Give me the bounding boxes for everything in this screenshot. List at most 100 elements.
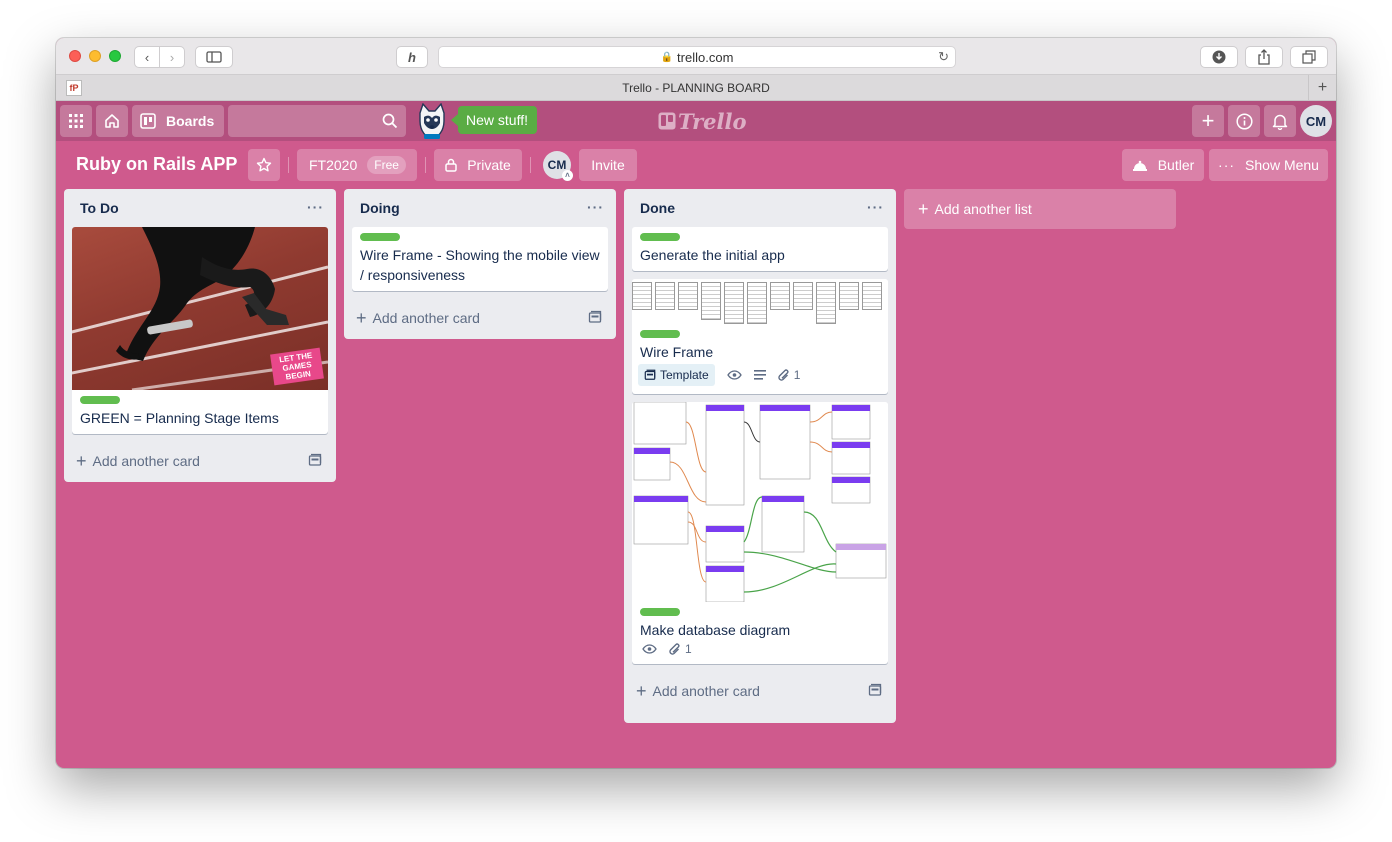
card-badges: Template 1 [632,364,888,394]
database-diagram-cover [632,402,888,602]
green-label[interactable] [80,396,120,404]
more-icon: ··· [1218,157,1236,173]
visibility-label: Private [467,157,511,173]
green-label[interactable] [640,233,680,241]
avatar[interactable]: CM [1300,105,1332,137]
search-icon [382,113,398,129]
paperclip-icon [778,368,789,381]
create-button[interactable]: + [1192,105,1224,137]
extension-button[interactable]: h [396,46,428,68]
browser-window: ‹ › h 🔒 trello.com ↻ fP Trello - PLANNIN… [56,38,1336,768]
wireframe-thumb [862,282,882,310]
list-title[interactable]: To Do [80,200,119,216]
new-tab-button[interactable]: + [1308,75,1336,100]
list-header[interactable]: Doing ··· [344,189,616,227]
bell-icon [1272,114,1288,130]
forward-button[interactable]: › [159,46,185,68]
description-icon [753,370,766,380]
star-button[interactable] [248,149,280,181]
new-stuff-button[interactable]: New stuff! [451,106,537,134]
board-title[interactable]: Ruby on Rails APP [76,154,237,175]
green-label[interactable] [640,608,680,616]
attachments-count: 1 [685,642,692,656]
wireframe-thumb [747,282,767,324]
plus-icon: + [636,680,647,701]
card[interactable]: Generate the initial app [632,227,888,271]
downloads-button[interactable] [1200,46,1238,68]
minimize-window-button[interactable] [89,50,101,62]
tab-title[interactable]: Trello - PLANNING BOARD [56,81,1336,95]
info-button[interactable] [1228,105,1260,137]
tabs-overview-button[interactable] [1290,46,1328,68]
list-title[interactable]: Doing [360,200,400,216]
address-bar[interactable]: 🔒 trello.com ↻ [438,46,956,68]
trello-logo-text: Trello [678,108,747,134]
tabs-icon [1302,50,1316,64]
team-button[interactable]: FT2020 Free [297,149,417,181]
add-card-button[interactable]: + Add another card [64,442,336,480]
green-label[interactable] [640,330,680,338]
card-template-icon[interactable] [308,453,322,467]
new-stuff-label: New stuff! [466,112,528,128]
list-header[interactable]: Done ··· [624,189,896,227]
wireframe-thumb [724,282,744,324]
trello-logo-icon [658,112,676,130]
reload-icon[interactable]: ↻ [938,49,949,65]
browser-toolbar: ‹ › h 🔒 trello.com ↻ [56,38,1336,75]
home-button[interactable] [96,105,128,137]
invite-button[interactable]: Invite [579,149,637,181]
butler-button[interactable]: Butler [1122,149,1204,181]
card-template-icon[interactable] [588,310,602,324]
add-list-button[interactable]: + Add another list [904,189,1176,229]
notifications-button[interactable] [1264,105,1296,137]
list-menu-icon[interactable]: ··· [867,199,884,215]
card-template-icon [644,369,656,380]
home-icon [105,114,119,128]
add-card-button[interactable]: + Add another card [624,672,896,710]
share-button[interactable] [1245,46,1283,68]
plus-icon: + [918,198,929,219]
show-menu-button[interactable]: ··· Show Menu [1209,149,1328,181]
back-button[interactable]: ‹ [134,46,160,68]
card[interactable]: Make database diagram 1 [632,402,888,664]
card-template-icon[interactable] [868,683,882,697]
trello-logo[interactable]: Trello [658,108,747,134]
visibility-button[interactable]: Private [434,149,522,181]
divider [425,157,426,173]
sidebar-icon [206,51,222,63]
list-menu-icon[interactable]: ··· [307,199,324,215]
butler-label: Butler [1157,157,1195,173]
divider [530,157,531,173]
search-input[interactable] [228,105,406,137]
butler-bell-icon [1132,160,1147,171]
card-title: Wire Frame [640,344,714,360]
close-window-button[interactable] [69,50,81,62]
member-avatar[interactable]: CM ˄ [543,151,573,181]
list-header[interactable]: To Do ··· [64,189,336,227]
chevron-left-icon: ‹ [144,49,150,65]
card[interactable]: LET THE GAMES BEGIN GREEN = Planning Sta… [72,227,328,434]
wireframe-thumb [701,282,721,320]
wireframe-thumb [770,282,790,310]
tab-bar: fP Trello - PLANNING BOARD + [56,75,1336,101]
card-title: Make database diagram [640,622,791,638]
board-header: Ruby on Rails APP FT2020 Free Private CM… [56,141,1336,189]
maximize-window-button[interactable] [109,50,121,62]
card[interactable]: Wire Frame - Showing the mobile view / r… [352,227,608,291]
card-title: Generate the initial app [640,247,785,263]
sidebar-toggle-button[interactable] [195,46,233,68]
boards-label: Boards [166,113,215,129]
grid-icon [69,114,83,128]
list-title[interactable]: Done [640,200,675,216]
add-card-button[interactable]: + Add another card [344,299,616,337]
eye-icon [642,644,657,654]
list-menu-icon[interactable]: ··· [587,199,604,215]
card[interactable]: Wire Frame Template 1 [632,279,888,394]
wireframe-thumb [655,282,675,310]
apps-button[interactable] [60,105,92,137]
husky-mascot-icon[interactable] [414,102,450,141]
plus-icon: + [76,450,87,471]
green-label[interactable] [360,233,400,241]
card-title: GREEN = Planning Stage Items [80,410,279,426]
boards-button[interactable]: Boards [132,105,224,137]
